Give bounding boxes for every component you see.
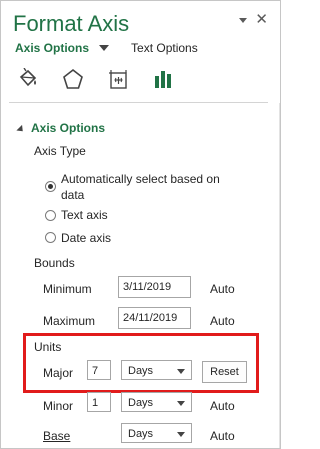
active-icon-tab-indicator xyxy=(137,95,159,96)
size-properties-icon[interactable] xyxy=(107,67,129,91)
minor-unit-value: Days xyxy=(128,397,154,409)
base-unit-value: Days xyxy=(128,428,154,440)
radio-automatic-label-line2: data xyxy=(61,188,85,202)
tab-axis-options[interactable]: Axis Options xyxy=(15,41,89,55)
options-tabs: Axis Options Text Options xyxy=(15,41,198,55)
axis-type-label: Axis Type xyxy=(34,144,86,158)
base-auto-label[interactable]: Auto xyxy=(210,429,235,443)
minimum-bound-input[interactable]: 3/11/2019 xyxy=(118,276,191,298)
radio-date-axis-label: Date axis xyxy=(61,231,112,245)
format-axis-pane: Format Axis ✕ Axis Options Text Options xyxy=(0,0,281,449)
radio-text-axis-label: Text axis xyxy=(61,208,108,222)
radio-automatic[interactable] xyxy=(45,181,56,192)
fill-line-icon[interactable] xyxy=(17,67,39,91)
minor-auto-label[interactable]: Auto xyxy=(210,399,235,413)
pane-title: Format Axis xyxy=(13,11,130,36)
pane-options-dropdown-icon[interactable] xyxy=(239,17,248,23)
maximum-bound-input[interactable]: 24/11/2019 xyxy=(118,307,191,329)
axis-options-dropdown-icon[interactable] xyxy=(99,45,110,51)
base-label: Base xyxy=(43,429,71,443)
icon-tabs-divider xyxy=(9,102,268,103)
radio-automatic-label-line1: Automatically select based on xyxy=(61,172,220,186)
axis-options-section-header[interactable]: Axis Options xyxy=(16,121,106,135)
axis-options-icon[interactable] xyxy=(152,67,174,91)
units-highlight-box xyxy=(23,333,259,393)
minor-label: Minor xyxy=(43,399,74,413)
format-icon-tabs xyxy=(17,67,174,91)
chevron-down-icon xyxy=(177,432,185,437)
tab-text-options[interactable]: Text Options xyxy=(131,41,198,55)
section-title: Axis Options xyxy=(31,121,106,135)
pane-header-icons: ✕ xyxy=(239,12,268,27)
minimum-label: Minimum xyxy=(43,282,92,296)
pane-scroll-edge xyxy=(279,103,280,448)
maximum-auto-label[interactable]: Auto xyxy=(210,314,235,328)
maximum-label: Maximum xyxy=(43,314,96,328)
chevron-down-icon xyxy=(177,401,185,406)
radio-text-axis[interactable] xyxy=(45,210,56,221)
effects-icon[interactable] xyxy=(62,67,84,91)
bounds-label: Bounds xyxy=(34,256,75,270)
collapse-triangle-icon[interactable] xyxy=(16,124,26,134)
minimum-auto-label[interactable]: Auto xyxy=(210,282,235,296)
radio-date-axis[interactable] xyxy=(45,232,56,243)
minor-unit-select[interactable]: Days xyxy=(121,392,192,412)
minor-unit-input[interactable]: 1 xyxy=(87,392,111,412)
close-icon[interactable]: ✕ xyxy=(255,12,268,27)
base-unit-select[interactable]: Days xyxy=(121,423,192,443)
